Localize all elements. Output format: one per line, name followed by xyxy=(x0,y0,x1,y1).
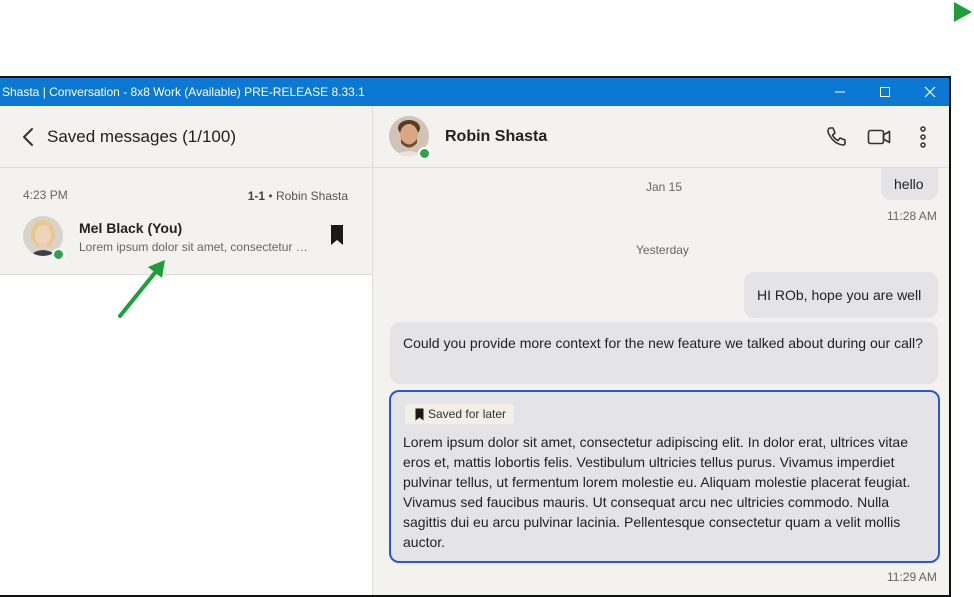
conversation-header: Robin Shasta xyxy=(373,106,949,168)
saved-messages-pane: Saved messages (1/100) 4:23 PM 1-1 • Rob… xyxy=(0,106,373,595)
thread-type: 1-1 xyxy=(247,189,266,203)
saved-message-text: Lorem ipsum dolor sit amet, consectetur … xyxy=(403,434,911,550)
video-icon[interactable] xyxy=(866,124,892,150)
conversation-pane: Robin Shasta Jan 15 hello 11:28 AM Yeste… xyxy=(373,106,949,595)
date-separator: Jan 15 xyxy=(646,180,683,194)
message-timestamp: 11:29 AM xyxy=(887,570,937,584)
saved-message-preview: Lorem ipsum dolor sit amet, consectetur … xyxy=(79,240,311,254)
thread-contact: Robin Shasta xyxy=(275,189,348,203)
maximize-button[interactable] xyxy=(862,78,908,106)
app-window: Shasta | Conversation - 8x8 Work (Availa… xyxy=(0,76,951,597)
bookmark-icon xyxy=(415,408,424,420)
close-button[interactable] xyxy=(907,78,953,106)
back-arrow-icon[interactable] xyxy=(18,126,40,148)
presence-available-icon xyxy=(418,147,431,160)
message-bubble[interactable]: Could you provide more context for the n… xyxy=(390,322,938,384)
annotation-arrow-icon xyxy=(118,260,165,318)
saved-tag-label: Saved for later xyxy=(428,407,507,421)
phone-icon[interactable] xyxy=(823,124,849,150)
date-separator: Yesterday xyxy=(636,243,689,257)
saved-message-sender: Mel Black (You) xyxy=(79,220,183,236)
message-bubble[interactable]: HI ROb, hope you are well xyxy=(744,272,938,318)
saved-messages-title: Saved messages (1/100) xyxy=(47,127,236,146)
presence-available-icon xyxy=(52,248,65,261)
more-options-icon[interactable] xyxy=(910,124,936,150)
message-bubble[interactable]: hello xyxy=(881,168,938,200)
title-bar: Shasta | Conversation - 8x8 Work (Availa… xyxy=(0,78,949,106)
window-title: Shasta | Conversation - 8x8 Work (Availa… xyxy=(2,85,365,99)
saved-message-bubble[interactable]: Saved for later Lorem ipsum dolor sit am… xyxy=(389,390,940,563)
minimize-icon xyxy=(835,91,845,93)
saved-message-item[interactable]: 4:23 PM 1-1 • Robin Shasta Mel Black (Yo… xyxy=(0,168,372,275)
saved-message-thread: 1-1 • Robin Shasta xyxy=(247,189,348,203)
close-icon xyxy=(924,86,936,98)
message-timestamp: 11:28 AM xyxy=(887,209,937,223)
saved-messages-header: Saved messages (1/100) xyxy=(0,106,372,168)
maximize-icon xyxy=(880,87,890,97)
bookmark-icon[interactable] xyxy=(329,224,345,246)
saved-for-later-tag: Saved for later xyxy=(405,404,515,424)
minimize-button[interactable] xyxy=(817,78,863,106)
saved-message-time: 4:23 PM xyxy=(23,188,68,202)
contact-name: Robin Shasta xyxy=(445,128,548,145)
annotation-corner-arrow xyxy=(954,2,972,22)
